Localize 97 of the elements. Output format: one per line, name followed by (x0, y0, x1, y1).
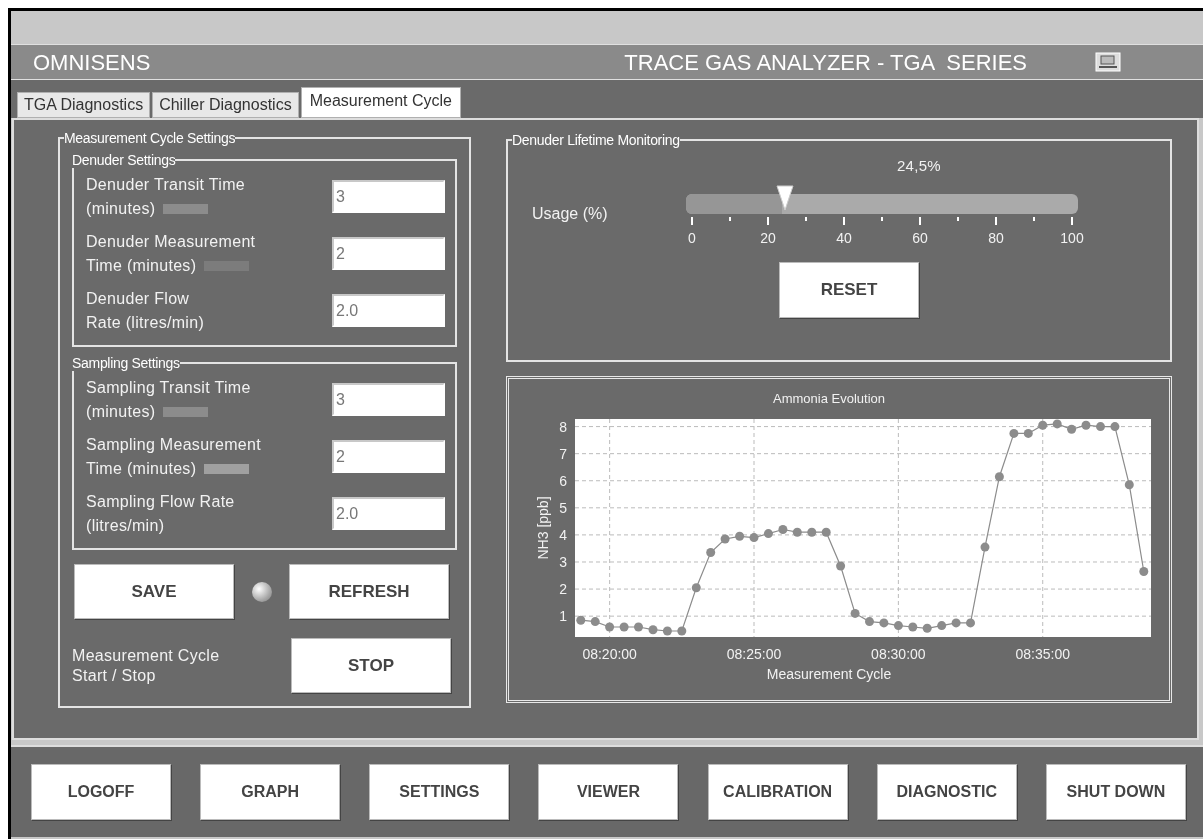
data-point (836, 561, 846, 571)
tab[interactable]: Measurement Cycle (300, 87, 461, 118)
nav-button[interactable]: VIEWER (538, 764, 679, 820)
axis-tick-label: 7 (559, 445, 567, 462)
tab[interactable]: TGA Diagnostics (17, 92, 151, 118)
data-point (720, 534, 730, 544)
data-point (1023, 428, 1033, 438)
data-point (749, 533, 759, 543)
usage-reading: 24,5% (896, 157, 941, 174)
axis-tick-label: 1 (559, 608, 567, 625)
axis-tick-label: 8 (559, 418, 567, 435)
data-point (706, 548, 716, 557)
data-point (1124, 480, 1134, 490)
data-point (865, 617, 874, 627)
save-button[interactable]: SAVE (74, 564, 234, 619)
data-point (893, 621, 903, 631)
chart-title: Ammonia Evolution (773, 391, 885, 406)
data-point (994, 472, 1004, 482)
data-point (735, 531, 745, 541)
refresh-button[interactable]: REFRESH (289, 564, 449, 619)
input-field[interactable]: 3 (332, 180, 445, 213)
nav-button[interactable]: SHUT DOWN (1045, 764, 1186, 820)
data-point (1067, 424, 1077, 434)
field-label: Denuder Transit Time (minutes) (86, 175, 245, 217)
data-point (590, 617, 600, 627)
data-point (1038, 420, 1048, 430)
data-point (677, 626, 687, 636)
axis-tick-label: 2 (559, 581, 567, 598)
stop-button[interactable]: STOP (291, 638, 451, 693)
data-point (605, 622, 615, 632)
scale-label: 60 (912, 229, 928, 248)
data-point (763, 529, 773, 539)
cycle-label: Measurement Cycle Start / Stop (72, 645, 220, 686)
axis-tick-label: 08:35:00 (1015, 646, 1070, 662)
axis-tick-label: 5 (559, 499, 567, 516)
tab[interactable]: Chiller Diagnostics (152, 92, 299, 118)
usage-label: Usage (%) (531, 204, 609, 224)
app-title: TRACE GAS ANALYZER - TGA SERIES (624, 48, 1027, 77)
axis-tick-label: 4 (559, 526, 567, 543)
data-point (662, 626, 672, 636)
nav-button[interactable]: CALIBRATION (707, 764, 848, 820)
data-point (937, 621, 947, 631)
field-label: Denuder Flow Rate (litres/min) (86, 289, 204, 331)
input-field[interactable]: 3 (332, 383, 445, 416)
axis-tick-label: 3 (559, 554, 567, 570)
data-point (966, 618, 975, 628)
data-point (879, 618, 889, 628)
monitor-icon[interactable] (1095, 52, 1121, 72)
data-point (1081, 420, 1091, 430)
input-field[interactable]: 2.0 (332, 294, 445, 327)
axis-tick-label: 08:30:00 (871, 646, 926, 662)
data-point (792, 527, 802, 537)
group-title: Sampling Settings (72, 355, 180, 371)
input-field[interactable]: 2 (332, 237, 445, 270)
input-field[interactable]: 2 (332, 440, 445, 473)
input-field[interactable]: 2.0 (332, 497, 445, 530)
data-point (619, 622, 629, 632)
data-point (951, 618, 961, 628)
data-point (1110, 422, 1120, 432)
data-point (980, 542, 990, 552)
axis-tick-label: 6 (559, 472, 567, 489)
data-point (1096, 422, 1105, 432)
axis-tick-label: 08:20:00 (582, 646, 637, 662)
field-label: Sampling Transit Time (minutes) (86, 378, 251, 420)
field-label: Sampling Flow Rate (litres/min) (86, 492, 235, 534)
nav-button[interactable]: DIAGNOSTIC (876, 764, 1017, 820)
data-point (634, 622, 643, 632)
data-point (1139, 567, 1149, 576)
data-point (922, 623, 932, 633)
data-point (821, 527, 831, 537)
axis-tick-label: 08:25:00 (726, 646, 782, 662)
data-point (691, 583, 701, 593)
group-title: Denuder Settings (72, 152, 176, 168)
nav-button[interactable]: SETTINGS (369, 764, 510, 820)
brand-name: OMNISENS (33, 48, 151, 77)
data-point (850, 608, 860, 618)
scale-label: 40 (836, 229, 852, 248)
field-label: Sampling Measurement Time (minutes) (86, 435, 261, 477)
axis-title: NH3 [ppb] (535, 496, 551, 560)
field-label: Denuder Measurement Time (minutes) (86, 232, 256, 274)
data-point (807, 527, 817, 537)
data-point (576, 615, 586, 625)
data-point (908, 622, 918, 632)
scale-label: 80 (988, 229, 1004, 248)
data-point (648, 625, 658, 635)
data-point (778, 525, 788, 534)
group-title: Measurement Cycle Settings (64, 130, 236, 146)
nav-button[interactable]: LOGOFF (31, 764, 171, 820)
scale-label: 20 (760, 229, 776, 248)
group-title: Denuder Lifetime Monitoring (512, 132, 680, 148)
nav-button[interactable]: GRAPH (200, 764, 341, 820)
axis-title: Measurement Cycle (766, 666, 892, 682)
data-point (1052, 419, 1062, 429)
data-point (1009, 428, 1019, 438)
scale-label: 100 (1060, 229, 1084, 248)
reset-button[interactable]: RESET (779, 262, 919, 318)
scale-label: 0 (688, 229, 696, 248)
